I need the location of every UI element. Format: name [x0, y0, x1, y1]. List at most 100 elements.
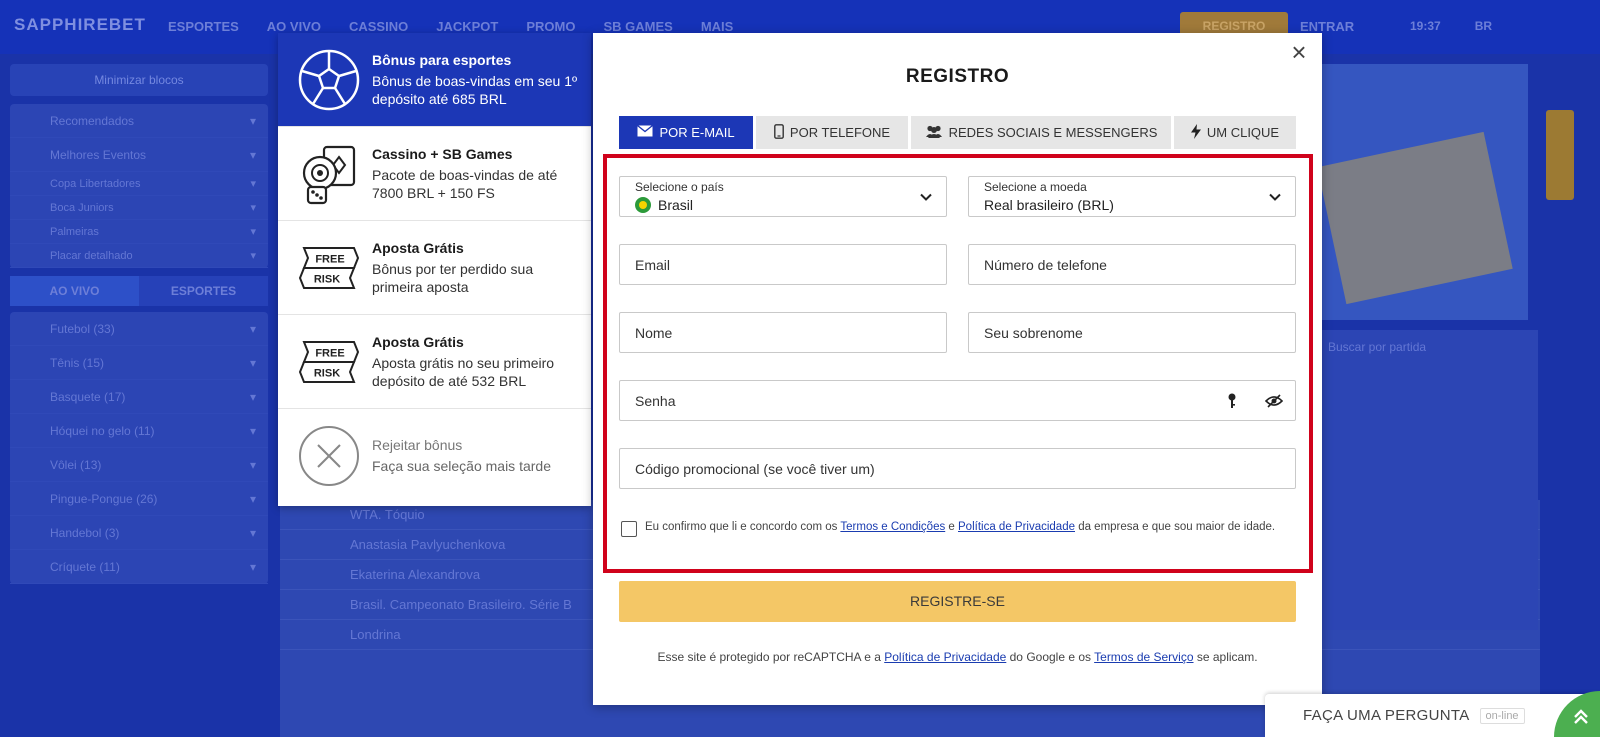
bonus-title: Rejeitar bônus	[372, 437, 463, 453]
bonus-title: Cassino + SB Games	[372, 145, 513, 162]
tab-label: POR E-MAIL	[659, 125, 735, 140]
tab-label: POR TELEFONE	[789, 125, 891, 140]
tab-label: UM CLIQUE	[1206, 125, 1280, 140]
minimize-blocks: Minimizar blocos	[10, 64, 268, 96]
bonus-option-reject[interactable]: Rejeitar bônus Faça sua seleção mais tar…	[278, 409, 591, 503]
bonus-description: Bônus de boas-vindas em seu 1º depósito …	[372, 72, 578, 107]
tab-one-click[interactable]: UM CLIQUE	[1174, 116, 1296, 149]
language: BR	[1474, 19, 1493, 33]
surname-field[interactable]: Seu sobrenome	[968, 312, 1296, 353]
free-label: FREE	[315, 253, 344, 265]
password-placeholder: Senha	[635, 393, 676, 409]
tab-label: REDES SOCIAIS E MESSENGERS	[948, 125, 1158, 140]
close-circle-icon	[298, 425, 360, 487]
country-label: Selecione o país	[635, 180, 724, 194]
tab-phone[interactable]: POR TELEFONE	[756, 116, 908, 149]
bonus-description: Faça sua seleção mais tarde	[372, 458, 551, 474]
chevron-up-icon[interactable]	[1554, 691, 1600, 737]
promo-code-placeholder: Código promocional (se você tiver um)	[635, 461, 875, 477]
google-privacy-link[interactable]: Política de Privacidade	[884, 650, 1006, 664]
country-value: Brasil	[658, 197, 694, 213]
recaptcha-text-start: Esse site é protegido por reCAPTCHA e a	[657, 650, 885, 664]
google-terms-link[interactable]: Termos de Serviço	[1094, 650, 1193, 664]
surname-placeholder: Seu sobrenome	[984, 325, 1083, 341]
chevron-down-icon	[1269, 193, 1281, 201]
background-side-tab	[1546, 110, 1574, 200]
sidebar-row: Palmeiras	[10, 220, 268, 244]
bonus-title: Aposta Grátis	[372, 239, 464, 256]
sidebar-top-panel: Recomendados Melhores Eventos Copa Liber…	[10, 104, 268, 268]
email-placeholder: Email	[635, 257, 671, 273]
bonus-option-free-bet-loss[interactable]: FREE RISK Aposta Grátis Bônus por ter pe…	[278, 221, 591, 315]
tab-email[interactable]: POR E-MAIL	[619, 116, 753, 149]
tab-social[interactable]: REDES SOCIAIS E MESSENGERS	[911, 116, 1171, 149]
nav-item: MAIS	[700, 19, 734, 34]
terms-link[interactable]: Termos e Condições	[840, 521, 945, 533]
chevron-down-icon	[920, 193, 932, 201]
modal-title: REGISTRO	[905, 66, 1010, 87]
bonus-title: Bônus para esportes	[372, 51, 512, 68]
bonus-option-casino[interactable]: Cassino + SB Games Pacote de boas-vindas…	[278, 127, 591, 221]
sport-row: Vôlei (13)	[10, 448, 268, 482]
recaptcha-notice: Esse site é protegido por reCAPTCHA e a …	[593, 650, 1322, 664]
registration-tabs: POR E-MAIL POR TELEFONE REDES SOCIAIS E …	[619, 116, 1296, 149]
sport-row: Handebol (3)	[10, 516, 268, 550]
sports-tab: ESPORTES	[139, 276, 268, 306]
sport-row: Pingue-Pongue (26)	[10, 482, 268, 516]
chat-widget[interactable]: FAÇA UMA PERGUNTA on-line	[1265, 691, 1600, 737]
key-icon[interactable]	[1227, 393, 1237, 414]
background-search: Buscar por partida	[1328, 340, 1427, 354]
live-tab: AO VIVO	[10, 276, 139, 306]
close-button[interactable]: ×	[1286, 39, 1312, 65]
country-select[interactable]: Selecione o país Brasil	[619, 176, 947, 217]
terms-checkbox[interactable]	[621, 521, 637, 537]
bonus-option-sports[interactable]: Bônus para esportes Bônus de boas-vindas…	[278, 33, 591, 127]
register-button[interactable]: REGISTRE-SE	[619, 581, 1296, 622]
currency-value: Real brasileiro (BRL)	[984, 197, 1114, 213]
background-login-link: ENTRAR	[1300, 19, 1355, 34]
lightning-icon	[1190, 123, 1201, 142]
terms-text-and: e	[945, 521, 959, 533]
nav-item: AO VIVO	[266, 19, 321, 34]
nav-item: SB GAMES	[603, 19, 673, 34]
casino-chips-icon	[298, 143, 360, 205]
sport-row: Basquete (17)	[10, 380, 268, 414]
recaptcha-text-end: se aplicam.	[1193, 650, 1258, 664]
chat-label: FAÇA UMA PERGUNTA	[1303, 707, 1470, 724]
bonus-title: Aposta Grátis	[372, 333, 464, 350]
registration-modal: × REGISTRO POR E-MAIL POR TELEFONE REDES…	[593, 33, 1322, 705]
bonus-description: Aposta grátis no seu primeiro depósito d…	[372, 354, 555, 389]
sport-row: Críquete (11)	[10, 550, 268, 584]
brazil-flag-icon	[635, 197, 651, 213]
currency-select[interactable]: Selecione a moeda Real brasileiro (BRL)	[968, 176, 1296, 217]
sports-list: Futebol (33) Tênis (15) Basquete (17) Hó…	[10, 312, 268, 584]
people-icon	[925, 125, 943, 141]
email-icon	[637, 124, 654, 140]
free-risk-icon: FREE RISK	[298, 331, 360, 393]
background-right-controls: 19:37 BR	[1410, 19, 1492, 33]
sport-row: Tênis (15)	[10, 346, 268, 380]
password-field[interactable]: Senha	[619, 380, 1296, 421]
email-field[interactable]: Email	[619, 244, 947, 285]
free-risk-icon: FREE RISK	[298, 237, 360, 299]
bonus-description: Pacote de boas-vindas de até 7800 BRL + …	[372, 166, 558, 201]
bonus-description: Bônus por ter perdido sua primeira apost…	[372, 260, 534, 295]
sidebar-row: Recomendados	[10, 104, 268, 138]
promo-code-field[interactable]: Código promocional (se você tiver um)	[619, 448, 1296, 489]
nav-item: JACKPOT	[436, 19, 499, 34]
sport-row: Futebol (33)	[10, 312, 268, 346]
soccer-ball-icon	[298, 49, 360, 111]
sidebar-row: Copa Libertadores	[10, 172, 268, 196]
risk-label: RISK	[314, 367, 340, 379]
bonus-selector: Bônus para esportes Bônus de boas-vindas…	[278, 33, 591, 506]
first-name-field[interactable]: Nome	[619, 312, 947, 353]
privacy-link[interactable]: Política de Privacidade	[958, 521, 1075, 533]
phone-placeholder: Número de telefone	[984, 257, 1107, 273]
bonus-option-free-bet-deposit[interactable]: FREE RISK Aposta Grátis Aposta grátis no…	[278, 315, 591, 409]
terms-text: Eu confirmo que li e concordo com os Ter…	[645, 520, 1275, 537]
risk-label: RISK	[314, 273, 340, 285]
terms-text-start: Eu confirmo que li e concordo com os	[645, 521, 841, 533]
hide-password-icon[interactable]	[1264, 393, 1284, 414]
phone-field[interactable]: Número de telefone	[968, 244, 1296, 285]
recaptcha-text-mid: do Google e os	[1006, 650, 1095, 664]
